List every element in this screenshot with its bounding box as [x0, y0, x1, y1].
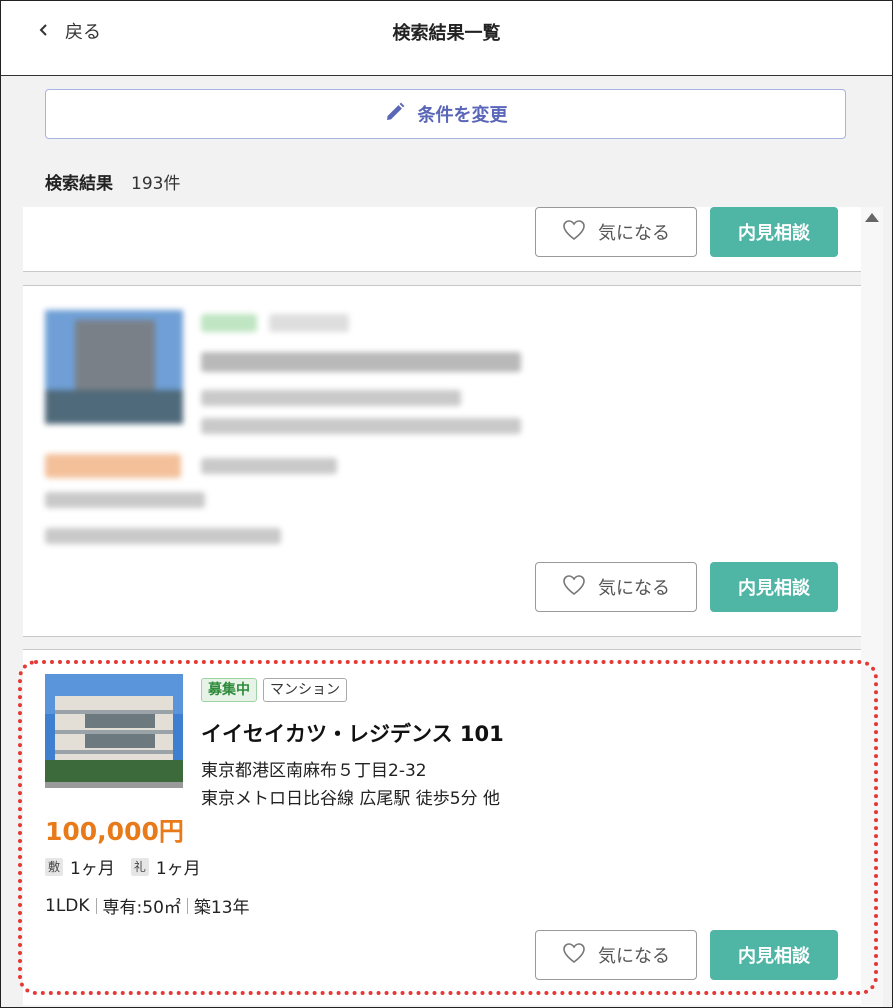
results-number: 193件: [131, 174, 181, 194]
divider: [186, 897, 188, 914]
fees-row: 敷 1ヶ月 礼 1ヶ月: [45, 854, 201, 879]
divider: [23, 272, 861, 285]
scrollbar[interactable]: [861, 207, 883, 1007]
area-value: 専有:50㎡: [102, 898, 181, 918]
heart-icon: [562, 219, 586, 245]
divider: [95, 897, 97, 914]
results-heading: 検索結果: [45, 174, 113, 194]
heart-icon: [562, 574, 586, 600]
property-photo[interactable]: [45, 674, 183, 788]
specs-row: 1LDK 専有:50㎡ 築13年: [45, 893, 250, 919]
scroll-up-arrow-icon[interactable]: [865, 213, 879, 222]
page-title: 検索結果一覧: [392, 23, 501, 44]
heart-icon: [562, 942, 586, 968]
layout-value: 1LDK: [45, 895, 90, 916]
property-access: 東京メトロ日比谷線 広尾駅 徒歩5分 他: [201, 789, 501, 809]
change-condition-button[interactable]: 条件を変更: [45, 89, 846, 139]
property-name[interactable]: イイセイカツ・レジデンス 101: [201, 718, 504, 748]
results-list[interactable]: 気になる 内見相談 気になる 内見相談 募集中 マンション イイセイカツ・レジデ…: [23, 207, 861, 1007]
viewing-request-button[interactable]: 内見相談: [710, 562, 838, 612]
viewing-request-button[interactable]: 内見相談: [710, 930, 838, 980]
property-card[interactable]: 気になる 内見相談: [23, 285, 861, 637]
rent-price: 100,000円: [45, 817, 184, 846]
change-condition-label: 条件を変更: [417, 105, 508, 126]
divider: [23, 637, 861, 649]
property-type-badge: マンション: [263, 678, 347, 702]
favorite-button[interactable]: 気になる: [535, 930, 697, 980]
app-frame: 戻る 検索結果一覧 条件を変更 検索結果 193件 気になる 内見相談 気になる…: [0, 0, 893, 1008]
deposit-icon: 敷: [45, 857, 64, 876]
property-card-featured[interactable]: 募集中 マンション イイセイカツ・レジデンス 101 東京都港区南麻布５丁目2-3…: [23, 649, 861, 1005]
favorite-button[interactable]: 気になる: [535, 562, 697, 612]
property-photo: [45, 310, 183, 424]
favorite-button[interactable]: 気になる: [535, 207, 697, 257]
age-value: 築13年: [193, 898, 250, 918]
status-badge: 募集中: [201, 678, 257, 702]
results-count: 検索結果 193件: [45, 169, 180, 194]
tag-row: 募集中 マンション: [201, 678, 353, 702]
favorite-label: 気になる: [598, 946, 670, 967]
favorite-label: 気になる: [598, 223, 670, 244]
viewing-request-button[interactable]: 内見相談: [710, 207, 838, 257]
favorite-label: 気になる: [598, 578, 670, 599]
key-money-value: 1ヶ月: [155, 859, 201, 879]
deposit-value: 1ヶ月: [70, 859, 115, 879]
property-address: 東京都港区南麻布５丁目2-32: [201, 761, 427, 781]
property-card[interactable]: 気になる 内見相談: [23, 207, 861, 272]
pencil-icon: [384, 101, 406, 127]
key-money-icon: 礼: [130, 857, 149, 876]
header: 戻る 検索結果一覧: [1, 1, 892, 76]
